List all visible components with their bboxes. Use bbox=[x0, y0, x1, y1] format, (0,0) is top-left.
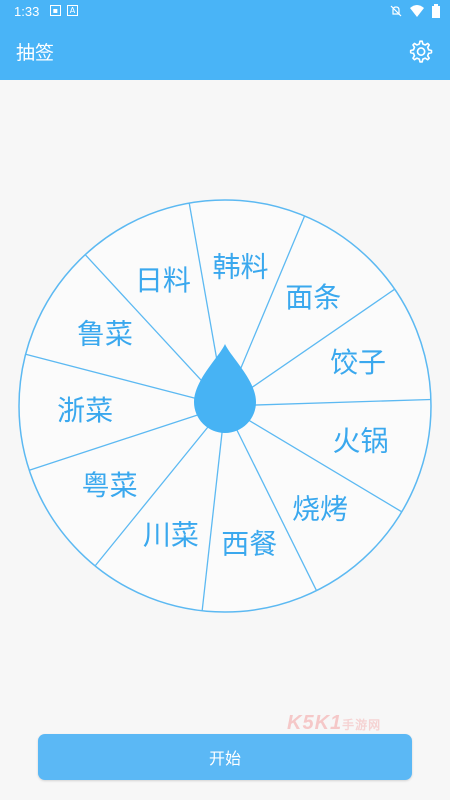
wheel-item-label: 西餐 bbox=[221, 527, 277, 560]
watermark: K5K1手游网 bbox=[287, 712, 382, 734]
start-button[interactable]: 开始 bbox=[38, 734, 412, 780]
wheel-item-label: 面条 bbox=[285, 281, 341, 314]
wheel-item-label: 饺子 bbox=[330, 346, 386, 379]
status-time: 1:33 bbox=[14, 4, 40, 19]
wheel-item-label: 浙菜 bbox=[57, 394, 113, 427]
wheel-item-label: 火锅 bbox=[333, 425, 389, 458]
settings-button[interactable] bbox=[404, 36, 436, 68]
a-icon: A bbox=[67, 5, 78, 16]
wifi-icon bbox=[410, 5, 424, 17]
status-right-icons bbox=[390, 4, 440, 18]
app-bar: 抽签 bbox=[0, 24, 450, 80]
image-icon: ▪ bbox=[50, 5, 61, 16]
status-bar: 1:33 ▪ A bbox=[0, 0, 450, 24]
wheel-item-label: 川菜 bbox=[143, 519, 199, 552]
battery-icon bbox=[432, 4, 440, 18]
wheel-item-label: 粤菜 bbox=[82, 469, 138, 502]
bell-off-icon bbox=[390, 5, 402, 17]
wheel-item-label: 韩料 bbox=[213, 250, 269, 283]
status-left-icons: ▪ A bbox=[50, 5, 78, 16]
wheel-item-label: 日料 bbox=[135, 264, 191, 297]
gear-icon bbox=[409, 40, 433, 63]
lottery-wheel[interactable]: 韩料面条饺子火锅烧烤西餐川菜粤菜 浙菜 鲁菜日料 bbox=[18, 196, 432, 616]
app-title: 抽签 bbox=[16, 42, 55, 64]
wheel-item-label: 烧烤 bbox=[292, 492, 348, 525]
wheel-item-label: 鲁菜 bbox=[77, 318, 133, 351]
